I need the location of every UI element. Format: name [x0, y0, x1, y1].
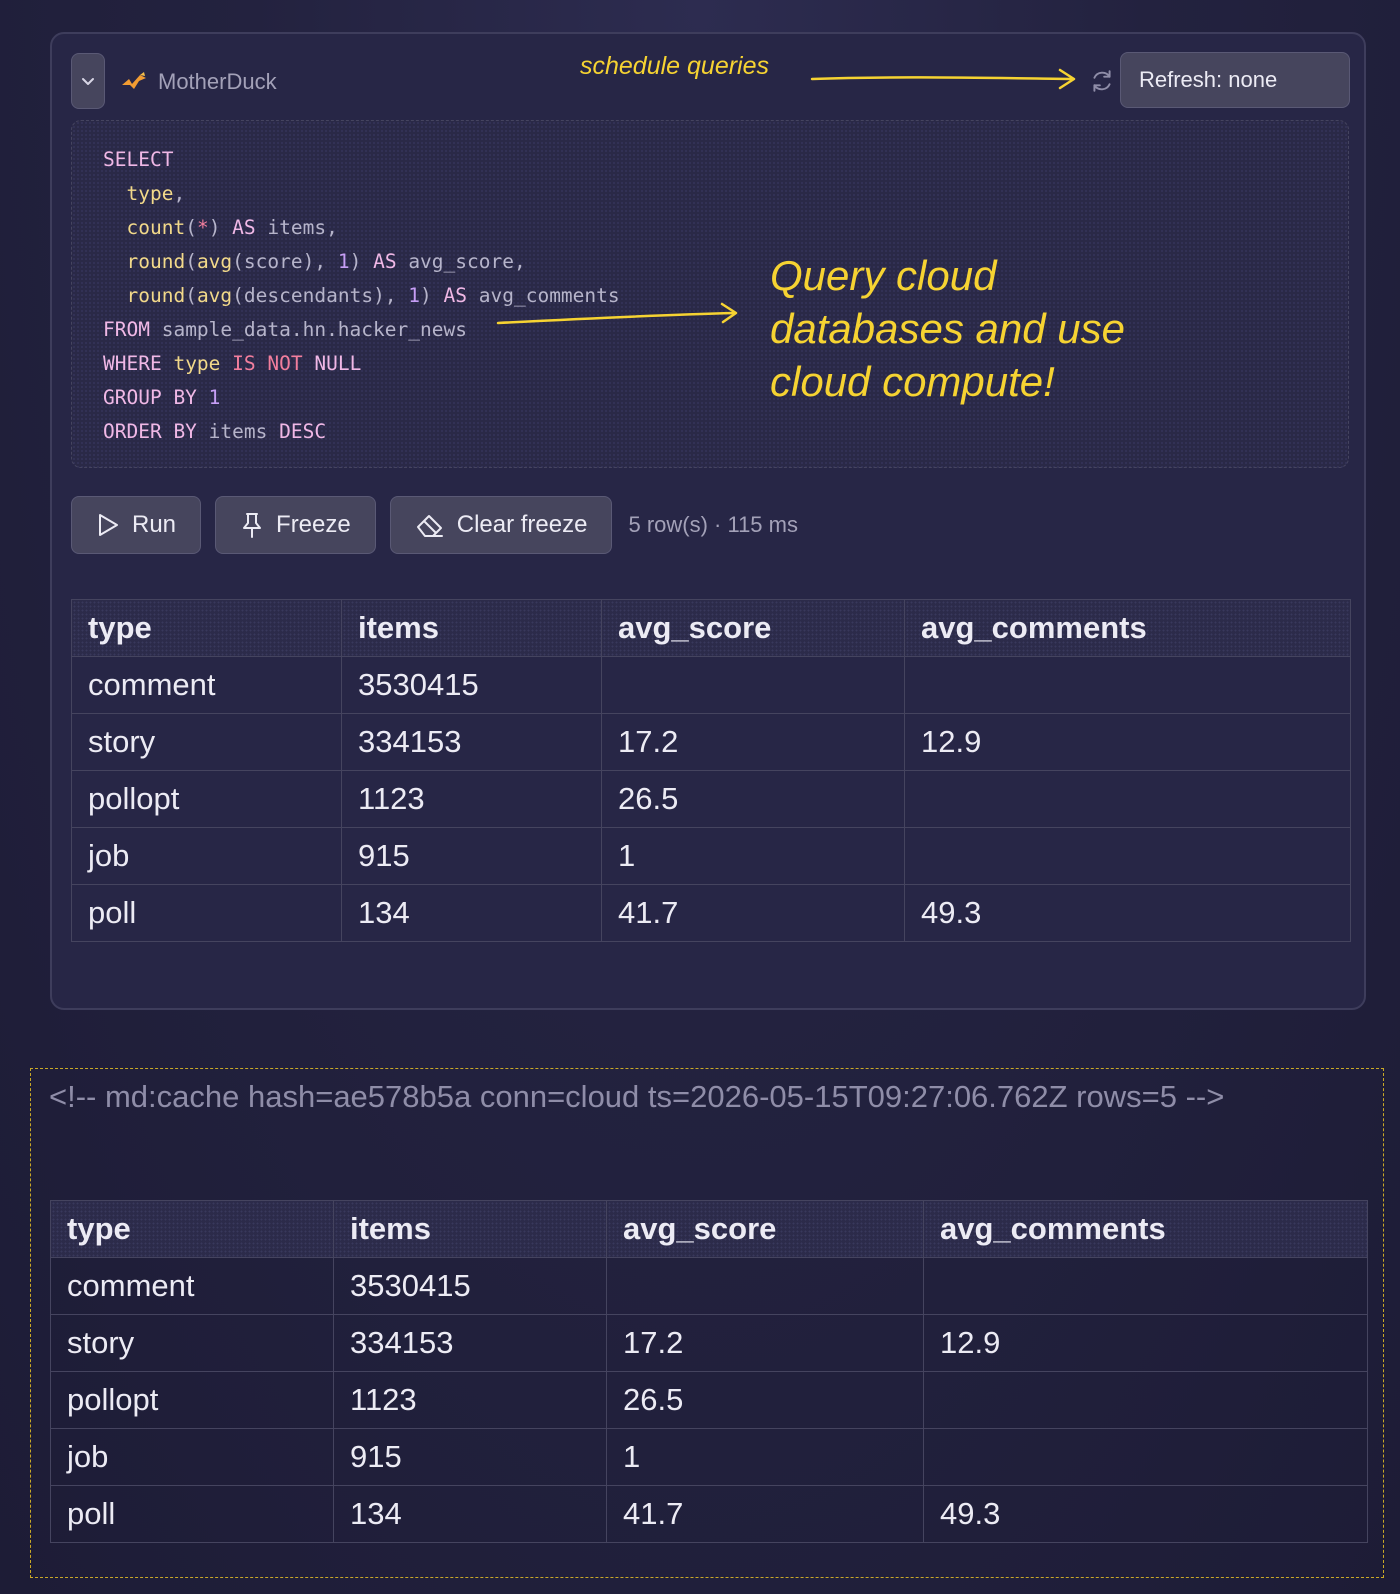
column-header: avg_comments — [923, 1200, 1368, 1258]
query-status: 5 row(s) · 115 ms — [628, 512, 798, 537]
table-cell: 334153 — [333, 1314, 607, 1372]
cached-results-table: type items avg_score avg_comments commen… — [50, 1200, 1368, 1543]
table-cell: 1123 — [333, 1371, 607, 1429]
clear-freeze-label: Clear freeze — [456, 511, 588, 538]
table-cell: poll — [71, 884, 342, 942]
cloud-annotation-line: databases and use — [770, 305, 1125, 352]
table-cell: 49.3 — [904, 884, 1351, 942]
results-table: type items avg_score avg_comments commen… — [71, 599, 1351, 942]
motherduck-logo-icon — [122, 72, 146, 89]
table-cell: 3530415 — [333, 1257, 607, 1315]
table-cell: 12.9 — [923, 1314, 1368, 1372]
table-cell: 915 — [333, 1428, 607, 1486]
sql-code: SELECT type, count(*) AS items, round(av… — [103, 148, 620, 443]
play-icon — [99, 514, 118, 536]
eraser-icon — [416, 515, 443, 537]
table-cell: 134 — [333, 1485, 607, 1543]
table-cell: 17.2 — [601, 713, 905, 771]
table-row: story 334153 17.2 12.9 — [71, 713, 1351, 771]
clear-freeze-button[interactable]: Clear freeze — [389, 496, 613, 554]
column-header: type — [50, 1200, 334, 1258]
table-cell — [601, 656, 905, 714]
table-cell: 334153 — [341, 713, 602, 771]
query-cell-panel: MotherDuck schedule queries Refresh: non… — [50, 32, 1366, 1010]
chevron-down-icon — [82, 78, 94, 85]
run-button[interactable]: Run — [71, 496, 202, 554]
table-cell: 26.5 — [606, 1371, 924, 1429]
freeze-label: Freeze — [276, 511, 351, 538]
table-row: pollopt 1123 26.5 — [71, 770, 1351, 828]
table-cell: 1 — [601, 827, 905, 885]
cloud-annotation: Query cloud databases and use cloud comp… — [770, 249, 1125, 408]
column-header[interactable]: items — [341, 599, 602, 657]
run-label: Run — [132, 511, 177, 538]
table-cell — [904, 656, 1351, 714]
table-header-row: type items avg_score avg_comments — [50, 1200, 1368, 1258]
column-header[interactable]: avg_comments — [904, 599, 1351, 657]
table-row: job 915 1 — [71, 827, 1351, 885]
refresh-icon[interactable] — [1089, 68, 1115, 94]
table-cell: 41.7 — [601, 884, 905, 942]
table-row: job 915 1 — [50, 1428, 1368, 1486]
table-cell: job — [71, 827, 342, 885]
cached-output-block: <!-- md:cache hash=ae578b5a conn=cloud t… — [30, 1068, 1384, 1578]
table-cell — [606, 1257, 924, 1315]
pin-icon — [243, 513, 262, 538]
sql-editor[interactable]: SELECT type, count(*) AS items, round(av… — [71, 120, 1349, 468]
annotation-arrow-icon — [496, 302, 738, 325]
column-header: items — [333, 1200, 607, 1258]
cache-comment: <!-- md:cache hash=ae578b5a conn=cloud t… — [49, 1079, 1225, 1114]
cloud-annotation-line: cloud compute! — [770, 358, 1055, 405]
table-cell — [923, 1371, 1368, 1429]
freeze-button[interactable]: Freeze — [215, 496, 376, 554]
table-cell: 26.5 — [601, 770, 905, 828]
schedule-annotation: schedule queries — [580, 52, 770, 80]
annotation-arrow-icon — [810, 68, 1076, 90]
column-header[interactable]: type — [71, 599, 342, 657]
table-cell: 49.3 — [923, 1485, 1368, 1543]
refresh-select[interactable]: Refresh: none — [1120, 52, 1350, 108]
table-cell: 3530415 — [341, 656, 602, 714]
column-header[interactable]: avg_score — [601, 599, 905, 657]
table-cell: pollopt — [50, 1371, 334, 1429]
table-cell: story — [50, 1314, 334, 1372]
collapse-button[interactable] — [71, 53, 105, 109]
table-cell: comment — [71, 656, 342, 714]
table-cell: 134 — [341, 884, 602, 942]
column-header: avg_score — [606, 1200, 924, 1258]
table-row: comment 3530415 — [50, 1257, 1368, 1315]
table-row: pollopt 1123 26.5 — [50, 1371, 1368, 1429]
table-cell: pollopt — [71, 770, 342, 828]
table-row: comment 3530415 — [71, 656, 1351, 714]
table-cell: 41.7 — [606, 1485, 924, 1543]
connection-name: MotherDuck — [158, 69, 277, 94]
table-header-row: type items avg_score avg_comments — [71, 599, 1351, 657]
connection-brand[interactable]: MotherDuck — [120, 64, 277, 100]
table-cell: 915 — [341, 827, 602, 885]
table-cell: job — [50, 1428, 334, 1486]
cloud-annotation-line: Query cloud — [770, 252, 997, 299]
table-cell — [904, 770, 1351, 828]
table-row: poll 134 41.7 49.3 — [50, 1485, 1368, 1543]
table-cell: poll — [50, 1485, 334, 1543]
table-row: poll 134 41.7 49.3 — [71, 884, 1351, 942]
table-cell — [923, 1257, 1368, 1315]
table-cell: 17.2 — [606, 1314, 924, 1372]
query-toolbar: Run Freeze Clear freeze 5 row(s) · 115 m… — [71, 496, 798, 554]
table-cell — [923, 1428, 1368, 1486]
table-cell — [904, 827, 1351, 885]
table-cell: comment — [50, 1257, 334, 1315]
table-cell: 1 — [606, 1428, 924, 1486]
table-row: story 334153 17.2 12.9 — [50, 1314, 1368, 1372]
table-cell: 12.9 — [904, 713, 1351, 771]
table-cell: 1123 — [341, 770, 602, 828]
table-cell: story — [71, 713, 342, 771]
